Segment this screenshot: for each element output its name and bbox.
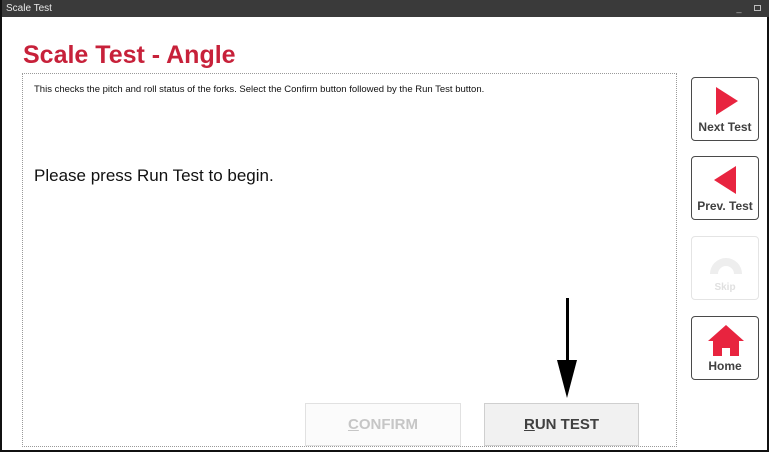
run-test-button[interactable]: RUN TEST xyxy=(484,403,639,446)
home-button[interactable]: Home xyxy=(691,316,759,380)
pointer-arrow-icon xyxy=(557,360,577,398)
test-panel: This checks the pitch and roll status of… xyxy=(22,73,677,447)
play-right-icon xyxy=(716,87,738,115)
prompt-text: Please press Run Test to begin. xyxy=(34,166,274,185)
prev-test-label: Prev. Test xyxy=(697,199,753,213)
instructions-text: This checks the pitch and roll status of… xyxy=(34,84,485,95)
home-label: Home xyxy=(708,359,742,373)
confirm-button[interactable]: CONFIRM xyxy=(305,403,461,446)
run-test-label: UN TEST xyxy=(534,416,599,433)
skip-label: Skip xyxy=(714,282,736,293)
maximize-button[interactable] xyxy=(748,0,766,17)
run-test-accel-letter: R xyxy=(523,416,535,433)
window-titlebar: Scale Test _ xyxy=(2,0,769,17)
page-title: Scale Test - Angle xyxy=(23,41,236,69)
gauge-icon xyxy=(710,258,742,274)
minimize-button[interactable]: _ xyxy=(730,0,748,17)
confirm-label: ONFIRM xyxy=(358,416,418,433)
window-title: Scale Test xyxy=(6,3,52,14)
skip-button[interactable]: Skip xyxy=(691,236,759,300)
next-test-label: Next Test xyxy=(698,120,752,134)
maximize-icon xyxy=(753,5,761,11)
next-test-button[interactable]: Next Test xyxy=(691,77,759,141)
confirm-accel-letter: C xyxy=(347,416,359,433)
prev-test-button[interactable]: Prev. Test xyxy=(691,156,759,220)
minimize-icon: _ xyxy=(736,3,742,13)
app-window: Scale Test _ Scale Test - Angle This che… xyxy=(0,0,769,452)
play-left-icon xyxy=(714,166,736,194)
home-icon xyxy=(708,325,744,356)
